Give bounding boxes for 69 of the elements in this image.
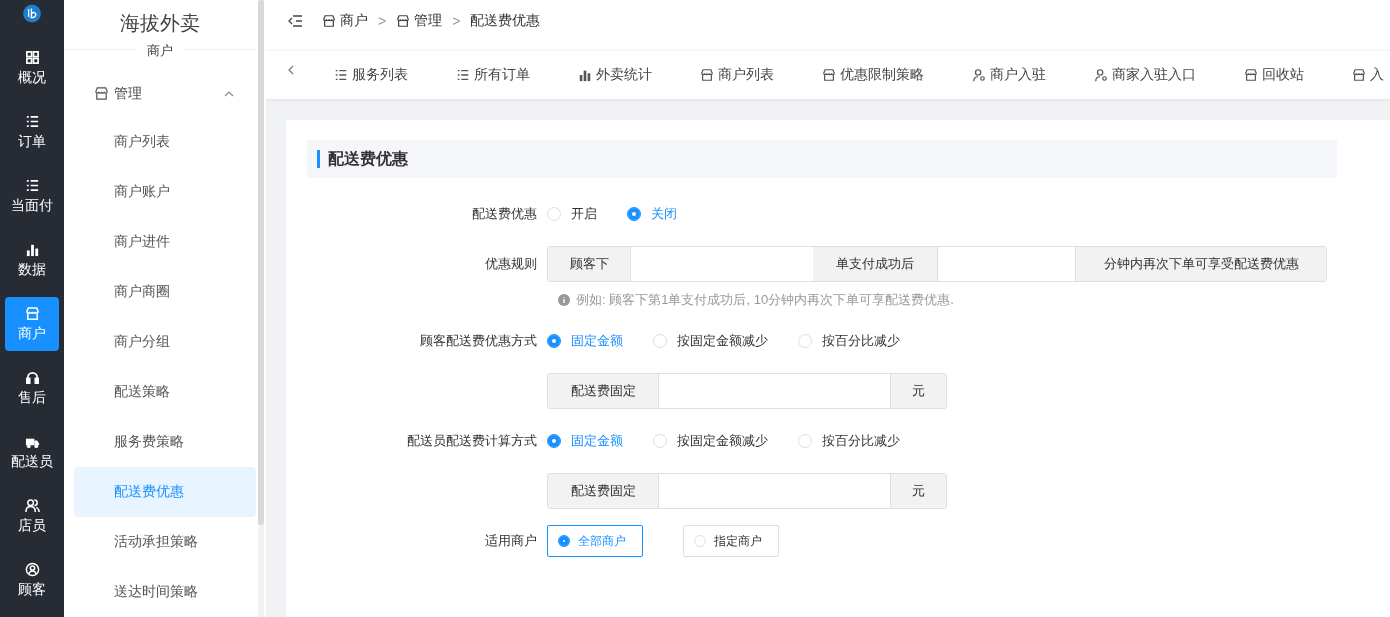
store-icon bbox=[322, 14, 336, 28]
users-icon bbox=[24, 497, 40, 513]
collapse-menu-icon[interactable] bbox=[288, 15, 302, 27]
bar-chart-icon bbox=[578, 68, 592, 82]
form-label: 适用商户 bbox=[484, 532, 538, 550]
breadcrumb-link[interactable]: 管理 bbox=[396, 12, 443, 30]
page-tab[interactable]: 所有订单 bbox=[456, 66, 530, 84]
list-icon bbox=[24, 113, 40, 129]
radio-option[interactable]: 按百分比减少 bbox=[798, 332, 900, 350]
page-tab[interactable]: 商户入驻 bbox=[972, 66, 1046, 84]
store-icon bbox=[822, 68, 836, 82]
breadcrumb-link[interactable]: 商户 bbox=[322, 12, 368, 30]
submenu-item[interactable]: 服务费策略 bbox=[74, 417, 256, 467]
rail-nav-item[interactable]: 售后 bbox=[5, 361, 59, 415]
list-icon bbox=[24, 177, 40, 193]
radio-option[interactable]: 按百分比减少 bbox=[798, 432, 900, 450]
radio-option[interactable]: 按固定金额减少 bbox=[653, 332, 768, 350]
rail-nav-item[interactable]: 当面付 bbox=[5, 169, 59, 223]
radio-option[interactable]: 按固定金额减少 bbox=[653, 432, 768, 450]
submenu-item[interactable]: 商户进件 bbox=[74, 217, 256, 267]
headset-icon bbox=[24, 369, 40, 385]
breadcrumb-separator: > bbox=[378, 13, 387, 29]
store-icon bbox=[24, 305, 40, 321]
store-icon bbox=[94, 86, 109, 102]
store-icon bbox=[396, 14, 411, 28]
submenu-item[interactable]: 商户商圈 bbox=[74, 267, 256, 317]
store-icon bbox=[1352, 68, 1366, 82]
list-icon bbox=[334, 68, 348, 82]
list-icon bbox=[456, 68, 470, 82]
user-gear-icon bbox=[1094, 68, 1108, 82]
chevron-left-icon[interactable] bbox=[288, 65, 294, 75]
form-label: 配送员配送费计算方式 bbox=[406, 432, 538, 450]
radio-option[interactable]: 开启 bbox=[547, 205, 597, 223]
submenu-item[interactable]: 商户分组 bbox=[74, 317, 256, 367]
store-icon bbox=[700, 68, 714, 82]
page-tab[interactable]: 商户列表 bbox=[700, 66, 774, 84]
submenu-item[interactable]: 配送策略 bbox=[74, 367, 256, 417]
store-icon bbox=[1244, 68, 1258, 82]
form-label: 配送费优惠 bbox=[471, 205, 538, 223]
rail-nav-item[interactable]: 配送员 bbox=[5, 425, 59, 479]
rail-nav-item[interactable]: 数据 bbox=[5, 233, 59, 287]
rail-nav-item[interactable]: 店员 bbox=[5, 489, 59, 543]
page-tab[interactable]: 商家入驻入口 bbox=[1094, 66, 1196, 84]
section-label: 商户 bbox=[137, 42, 183, 58]
submenu-item[interactable]: 送达时间策略 bbox=[74, 567, 256, 617]
breadcrumb-separator: > bbox=[452, 13, 461, 29]
radio-button[interactable]: 指定商户 bbox=[683, 525, 779, 557]
section-header: 配送费优惠 bbox=[307, 140, 1337, 178]
menu-group-header[interactable]: 管理 bbox=[64, 80, 256, 107]
rail-nav-item[interactable]: 概况 bbox=[5, 41, 59, 95]
breadcrumb-link[interactable]: 配送费优惠 bbox=[470, 12, 541, 30]
page-tab[interactable]: 服务列表 bbox=[334, 66, 408, 84]
hint-text: 例如: 顾客下第1单支付成功后, 10分钟内再次下单可享配送费优惠. bbox=[576, 291, 954, 309]
page-tab[interactable]: 优惠限制策略 bbox=[822, 66, 924, 84]
form-label: 顾客配送费优惠方式 bbox=[419, 332, 538, 350]
rail-nav-item[interactable]: 订单 bbox=[5, 105, 59, 159]
user-circle-icon bbox=[24, 561, 40, 577]
form-label: 优惠规则 bbox=[484, 255, 538, 273]
page-tab[interactable]: 回收站 bbox=[1244, 66, 1304, 84]
submenu-item[interactable]: 活动承担策略 bbox=[74, 517, 256, 567]
submenu-item[interactable]: 商户列表 bbox=[74, 117, 256, 167]
user-gear-icon bbox=[972, 68, 986, 82]
grid-icon bbox=[24, 49, 40, 65]
info-icon bbox=[558, 294, 570, 306]
rail-nav-item[interactable]: 顾客 bbox=[5, 553, 59, 607]
submenu-item[interactable]: 商户账户 bbox=[74, 167, 256, 217]
page-tab[interactable]: 入 bbox=[1352, 66, 1384, 84]
page-tab[interactable]: 外卖统计 bbox=[578, 66, 652, 84]
app-title: 海拔外卖 bbox=[119, 11, 201, 36]
